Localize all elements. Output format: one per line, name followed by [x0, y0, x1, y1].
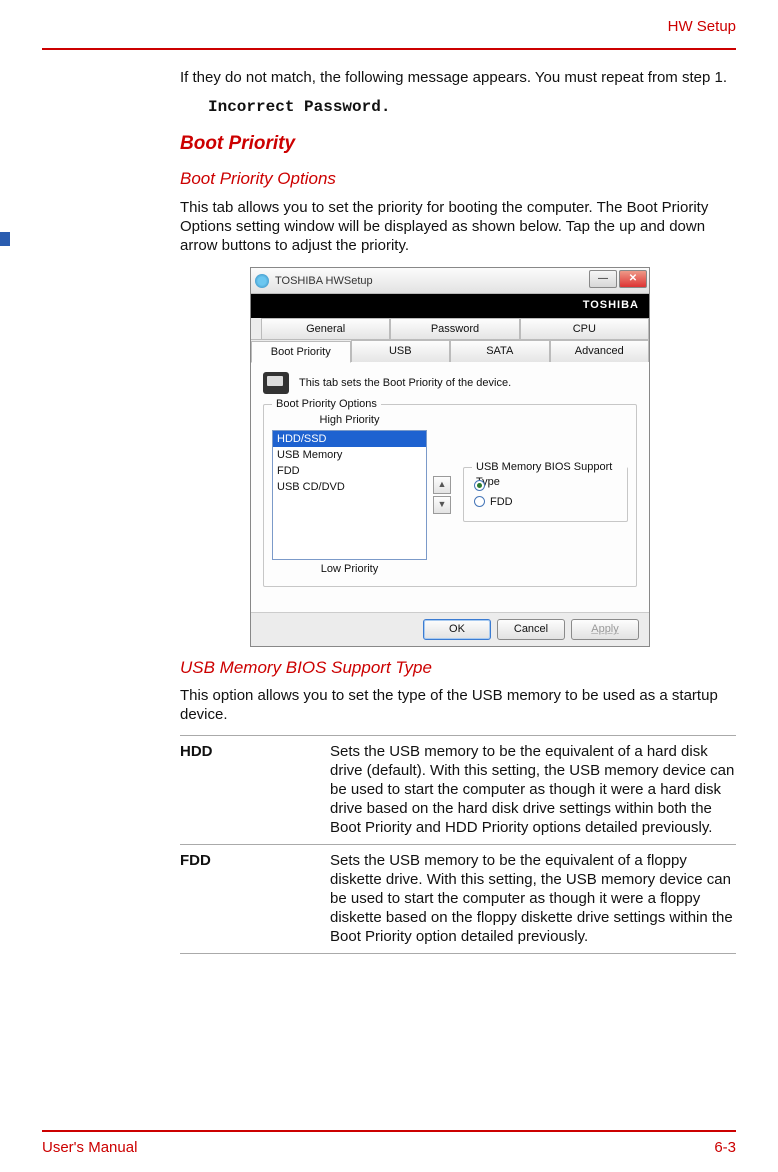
table-row: HDD Sets the USB memory to be the equiva… [180, 742, 736, 838]
radio-fdd[interactable]: FDD [474, 495, 617, 509]
radio-label: FDD [490, 495, 513, 509]
boot-priority-description: This tab allows you to set the priority … [180, 198, 736, 256]
table-rule [180, 953, 736, 954]
usb-type-description: This option allows you to set the type o… [180, 686, 736, 724]
hwsetup-screenshot: TOSHIBA HWSetup — ✕ TOSHIBA General Pass… [250, 267, 736, 646]
usb-group-title: USB Memory BIOS Support Type [472, 460, 627, 488]
option-desc-hdd: Sets the USB memory to be the equivalent… [330, 742, 736, 838]
brand-bar: TOSHIBA [251, 294, 649, 318]
list-item[interactable]: USB CD/DVD [273, 479, 426, 495]
high-priority-label: High Priority [272, 413, 427, 427]
group-title: Boot Priority Options [272, 397, 381, 411]
cancel-button[interactable]: Cancel [497, 619, 565, 639]
footer-right: 6-3 [714, 1139, 736, 1156]
heading-boot-priority: Boot Priority [180, 132, 736, 156]
change-bar [0, 232, 10, 246]
radio-icon [474, 496, 485, 507]
tab-advanced[interactable]: Advanced [550, 340, 650, 362]
option-term-fdd: FDD [180, 851, 330, 947]
section-title: HW Setup [668, 18, 736, 35]
option-desc-fdd: Sets the USB memory to be the equivalent… [330, 851, 736, 947]
page-content: If they do not match, the following mess… [180, 68, 736, 954]
minimize-button[interactable]: — [589, 270, 617, 288]
usb-support-group: USB Memory BIOS Support Type HDD FDD [463, 467, 628, 521]
tab-sata[interactable]: SATA [450, 340, 550, 362]
tab-general[interactable]: General [261, 318, 390, 339]
window-titlebar: TOSHIBA HWSetup — ✕ [251, 268, 649, 294]
hwsetup-window: TOSHIBA HWSetup — ✕ TOSHIBA General Pass… [250, 267, 650, 646]
intro-paragraph: If they do not match, the following mess… [180, 68, 736, 87]
dialog-buttons: OK Cancel Apply [251, 612, 649, 645]
table-rule [180, 735, 736, 736]
tab-usb[interactable]: USB [351, 340, 451, 362]
heading-usb-type: USB Memory BIOS Support Type [180, 657, 736, 679]
options-table: HDD Sets the USB memory to be the equiva… [180, 735, 736, 954]
tab-password[interactable]: Password [390, 318, 519, 339]
table-row: FDD Sets the USB memory to be the equiva… [180, 851, 736, 947]
radio-icon [474, 480, 485, 491]
list-item[interactable]: FDD [273, 463, 426, 479]
tab-row-2: Boot Priority USB SATA Advanced [251, 340, 649, 362]
tab-boot-priority[interactable]: Boot Priority [251, 341, 351, 363]
footer-left: User's Manual [42, 1139, 137, 1156]
low-priority-label: Low Priority [272, 562, 427, 576]
list-item[interactable]: USB Memory [273, 447, 426, 463]
close-button[interactable]: ✕ [619, 270, 647, 288]
list-item[interactable]: HDD/SSD [273, 431, 426, 447]
tab-row-1: General Password CPU [251, 318, 649, 340]
move-down-button[interactable]: ▼ [433, 496, 451, 514]
window-title: TOSHIBA HWSetup [275, 274, 373, 288]
tab-body: This tab sets the Boot Priority of the d… [251, 362, 649, 612]
table-rule [180, 844, 736, 845]
header-rule [42, 48, 736, 50]
tab-description: This tab sets the Boot Priority of the d… [299, 376, 511, 390]
app-icon [255, 274, 269, 288]
error-message-code: Incorrect Password. [208, 97, 736, 117]
monitor-icon [263, 372, 289, 394]
heading-boot-priority-options: Boot Priority Options [180, 168, 736, 190]
apply-button[interactable]: Apply [571, 619, 639, 639]
option-term-hdd: HDD [180, 742, 330, 838]
priority-listbox[interactable]: HDD/SSD USB Memory FDD USB CD/DVD [272, 430, 427, 560]
boot-priority-group: Boot Priority Options High Priority HDD/… [263, 404, 637, 586]
tab-cpu[interactable]: CPU [520, 318, 649, 339]
footer-rule [42, 1130, 736, 1132]
ok-button[interactable]: OK [423, 619, 491, 639]
move-up-button[interactable]: ▲ [433, 476, 451, 494]
